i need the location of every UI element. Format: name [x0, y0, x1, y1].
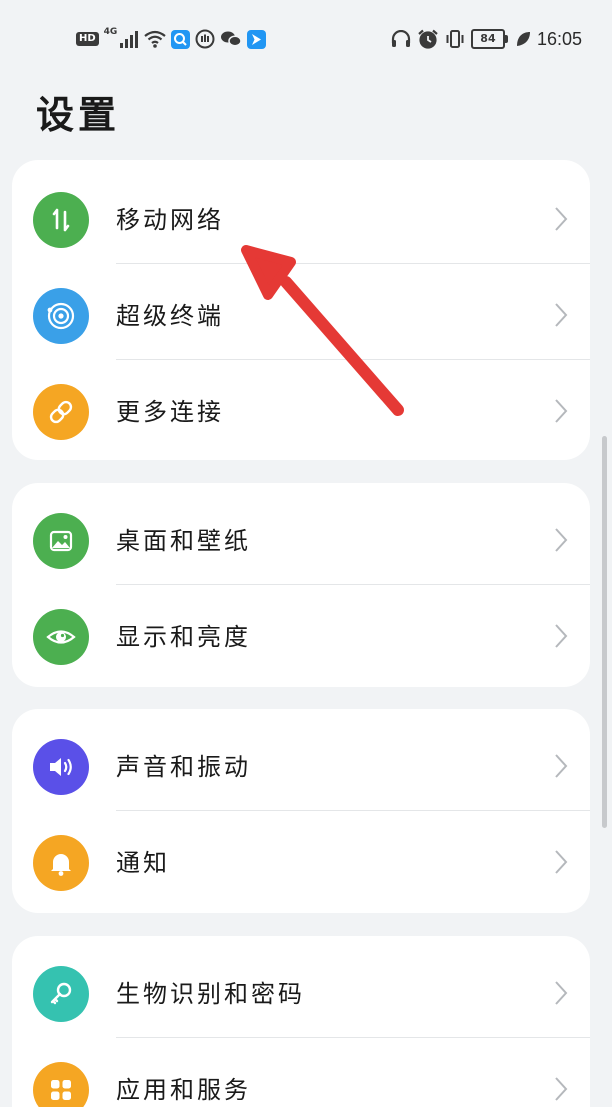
- settings-item-label: 通知: [116, 849, 170, 877]
- settings-item-label: 生物识别和密码: [116, 980, 305, 1008]
- apps-services-icon: [33, 1062, 89, 1107]
- status-bar-left: HD 4G: [76, 26, 267, 52]
- super-device-icon: [33, 288, 89, 344]
- hd-voice-badge: HD: [76, 32, 99, 46]
- chevron-right-icon: [555, 399, 568, 423]
- settings-group-display: 桌面和壁纸 显示和亮度: [12, 483, 590, 687]
- status-bar: HD 4G 84 16:05: [0, 0, 612, 78]
- settings-group-connections: 移动网络 超级终端 更多连接: [12, 160, 590, 460]
- chevron-right-icon: [555, 207, 568, 231]
- hand-app-notification-icon: [195, 29, 215, 49]
- settings-item-label: 移动网络: [116, 206, 224, 234]
- battery-indicator: 84: [470, 29, 508, 49]
- scrollbar-thumb[interactable]: [602, 436, 607, 828]
- alarm-icon: [418, 29, 438, 49]
- chevron-right-icon: [555, 528, 568, 552]
- power-saving-leaf-icon: [516, 32, 530, 46]
- settings-item-label: 更多连接: [116, 398, 224, 426]
- network-type-label: 4G: [103, 27, 118, 37]
- settings-item-label: 应用和服务: [116, 1076, 251, 1104]
- wechat-notification-icon: [221, 31, 243, 47]
- page-title: 设置: [36, 92, 121, 137]
- clock: 16:05: [536, 28, 582, 49]
- settings-group-sound-notifications: 声音和振动 通知: [12, 709, 590, 913]
- settings-item-wallpaper[interactable]: 桌面和壁纸: [12, 489, 590, 585]
- notification-bell-icon: [33, 835, 89, 891]
- biometrics-key-icon: [33, 966, 89, 1022]
- settings-item-label: 显示和亮度: [116, 623, 251, 651]
- settings-item-label: 声音和振动: [116, 753, 251, 781]
- chevron-right-icon: [555, 1077, 568, 1101]
- more-connections-icon: [33, 384, 89, 440]
- chevron-right-icon: [555, 850, 568, 874]
- settings-group-security-apps: 生物识别和密码 应用和服务: [12, 936, 590, 1107]
- settings-item-more-connections[interactable]: 更多连接: [12, 360, 590, 456]
- settings-screen: HD 4G 84 16:05 设置 移动网络 超级终端 更多连接 桌面和壁纸 显…: [0, 0, 612, 1107]
- settings-item-super-device[interactable]: 超级终端: [12, 264, 590, 360]
- settings-item-biometrics-password[interactable]: 生物识别和密码: [12, 942, 590, 1038]
- search-app-notification-icon: [171, 29, 191, 49]
- settings-item-label: 桌面和壁纸: [116, 527, 251, 555]
- settings-item-apps-services[interactable]: 应用和服务: [12, 1038, 590, 1107]
- chevron-right-icon: [555, 624, 568, 648]
- chevron-right-icon: [555, 303, 568, 327]
- settings-item-mobile-network[interactable]: 移动网络: [12, 168, 590, 264]
- chevron-right-icon: [555, 981, 568, 1005]
- sound-vibration-icon: [33, 739, 89, 795]
- wallpaper-icon: [33, 513, 89, 569]
- settings-item-label: 超级终端: [116, 302, 224, 330]
- headphones-icon: [391, 30, 411, 47]
- mobile-network-icon: [33, 192, 89, 248]
- settings-item-sound-vibration[interactable]: 声音和振动: [12, 715, 590, 811]
- wifi-icon: [144, 30, 167, 48]
- signal-strength-icon: [120, 31, 139, 48]
- navigation-app-notification-icon: [247, 29, 267, 49]
- display-brightness-icon: [33, 609, 89, 665]
- settings-item-notifications[interactable]: 通知: [12, 811, 590, 907]
- status-bar-right: 84 16:05: [391, 26, 582, 52]
- vibrate-icon: [446, 30, 464, 48]
- settings-item-display-brightness[interactable]: 显示和亮度: [12, 585, 590, 681]
- chevron-right-icon: [555, 754, 568, 778]
